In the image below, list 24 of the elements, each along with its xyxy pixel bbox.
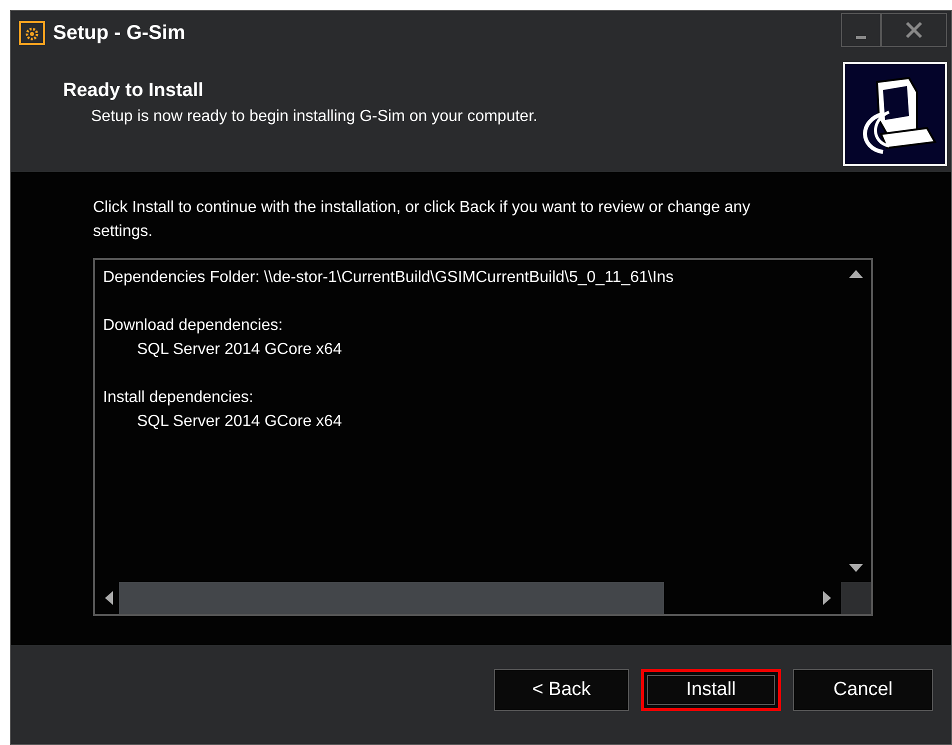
dialog-button[interactable]: Cancel xyxy=(793,668,933,710)
close-button[interactable] xyxy=(881,13,947,47)
dialog-button[interactable]: < Back xyxy=(494,668,629,710)
memo-line: Install dependencies: xyxy=(103,389,254,406)
scroll-right-icon[interactable] xyxy=(823,591,831,605)
scroll-down-icon[interactable] xyxy=(849,564,863,572)
memo-line: Download dependencies: xyxy=(103,317,283,334)
scrollbar-corner xyxy=(841,582,871,614)
minimize-button[interactable] xyxy=(841,13,881,47)
minimize-icon xyxy=(856,36,866,38)
scroll-left-icon[interactable] xyxy=(105,591,113,605)
page-title: Ready to Install xyxy=(63,80,204,102)
dialog-button[interactable]: Install xyxy=(641,668,781,710)
instruction-text: Click Install to continue with the installation, or click Back if you want to review or change any settings. xyxy=(93,198,752,242)
memo-line: Dependencies Folder: \\de-stor-1\CurrentBuild\GSIMCurrentBuild\5_0_11_61\Ins xyxy=(103,269,674,286)
memo-line: SQL Server 2014 GCore x64 xyxy=(137,341,342,358)
page-subtitle: Setup is now ready to begin installing G-Sim on your computer. xyxy=(90,108,538,126)
memo-line: SQL Server 2014 GCore x64 xyxy=(137,413,342,430)
gear-icon xyxy=(19,21,45,45)
close-icon xyxy=(905,21,923,39)
scroll-up-icon[interactable] xyxy=(849,270,863,278)
window-title: Setup - G-Sim xyxy=(53,22,186,44)
scrollbar-thumb[interactable] xyxy=(119,582,664,614)
computer-icon xyxy=(843,62,947,166)
